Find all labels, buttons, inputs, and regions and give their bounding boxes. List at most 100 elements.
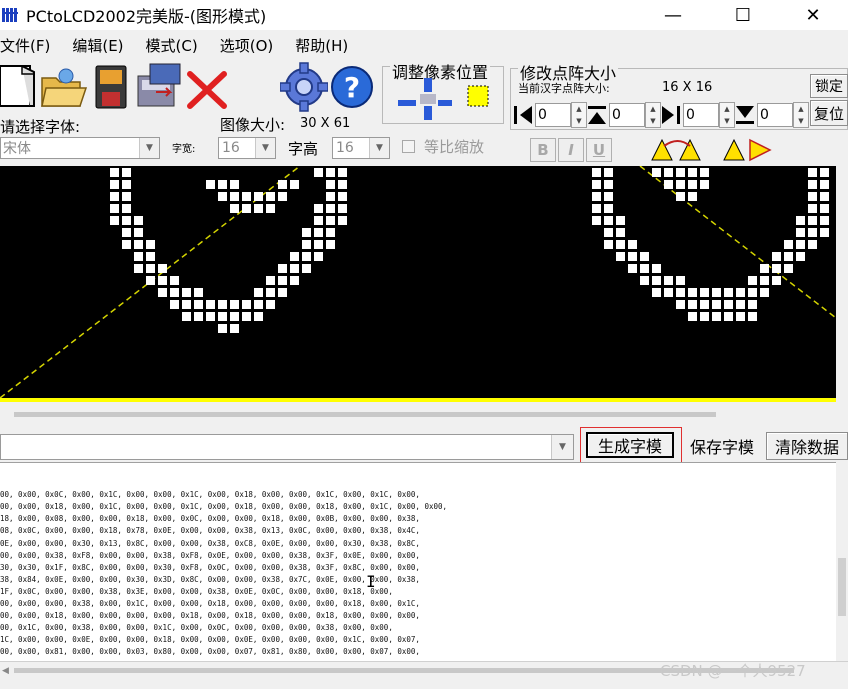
save-font-button[interactable]: 保存字模 <box>682 432 762 460</box>
spin-up-icon[interactable]: ▲ <box>720 103 734 115</box>
pixel <box>314 240 323 249</box>
maximize-button[interactable]: ☐ <box>708 0 778 30</box>
pixel <box>736 312 745 321</box>
pixel <box>604 180 613 189</box>
italic-button[interactable]: I <box>558 138 584 162</box>
output-line: 08, 0x0C, 0x00, 0x00, 0x18, 0x78, 0x0E, … <box>0 526 420 536</box>
new-file-icon[interactable] <box>0 62 38 110</box>
pixel <box>676 192 685 201</box>
menu-edit[interactable]: 编辑(E) <box>72 35 123 56</box>
pixel <box>604 240 613 249</box>
spinner-right[interactable]: 0 ▲ ▼ <box>660 102 735 128</box>
spin-up-icon[interactable]: ▲ <box>572 103 586 115</box>
pixel <box>278 264 287 273</box>
pixel <box>808 216 817 225</box>
output-line: 38, 0x84, 0x0E, 0x00, 0x00, 0x30, 0x3D, … <box>0 574 420 584</box>
pixel-canvas[interactable] <box>0 166 836 402</box>
spin-down-icon[interactable]: ▼ <box>572 115 586 127</box>
canvas-horizontal-scrollbar[interactable] <box>0 404 848 426</box>
pixel <box>784 240 793 249</box>
output-text-area[interactable]: 00, 0x00, 0x0C, 0x00, 0x1C, 0x00, 0x00, … <box>0 462 836 661</box>
pixel <box>664 288 673 297</box>
underline-button[interactable]: U <box>586 138 612 162</box>
scroll-thumb[interactable] <box>838 558 846 616</box>
chevron-down-icon[interactable]: ▼ <box>139 138 159 158</box>
delete-icon[interactable] <box>186 70 228 110</box>
spin-up-icon[interactable]: ▲ <box>646 103 660 115</box>
spinner-down[interactable]: 0 ▲ ▼ <box>734 102 809 128</box>
text-cursor-icon: I <box>366 572 376 591</box>
pixel <box>290 252 299 261</box>
output-line: 00, 0x00, 0x81, 0x00, 0x00, 0x03, 0x80, … <box>0 647 420 657</box>
help-icon[interactable]: ? <box>330 64 374 110</box>
char-width-select[interactable]: 16 ▼ <box>218 137 276 159</box>
pixel <box>302 252 311 261</box>
gear-icon[interactable] <box>279 62 329 112</box>
spinner-right-input[interactable]: 0 <box>683 103 719 127</box>
font-select[interactable]: 宋体 ▼ <box>0 137 160 159</box>
pixel <box>724 300 733 309</box>
scroll-thumb[interactable] <box>14 412 716 417</box>
spinner-down-input[interactable]: 0 <box>757 103 793 127</box>
spinner-left-input[interactable]: 0 <box>535 103 571 127</box>
spinner-up[interactable]: 0 ▲ ▼ <box>586 102 661 128</box>
pixel <box>700 288 709 297</box>
spin-up-icon[interactable]: ▲ <box>794 103 808 115</box>
pixel <box>314 204 323 213</box>
menu-file[interactable]: 文件(F) <box>0 35 50 56</box>
spin-down-icon[interactable]: ▼ <box>794 115 808 127</box>
pixel <box>724 312 733 321</box>
pixel <box>820 228 829 237</box>
pixel <box>122 240 131 249</box>
canvas-scrollbar[interactable] <box>836 166 848 402</box>
text-input-combo[interactable]: ▼ <box>0 434 574 460</box>
char-height-select[interactable]: 16 ▼ <box>332 137 390 159</box>
save-disk-icon[interactable] <box>94 64 128 110</box>
chevron-down-icon[interactable]: ▼ <box>551 435 573 459</box>
pixel <box>278 276 287 285</box>
pixel <box>218 180 227 189</box>
menu-bar: 文件(F) 编辑(E) 模式(C) 选项(O) 帮助(H) <box>0 33 370 57</box>
spin-down-icon[interactable]: ▼ <box>646 115 660 127</box>
pixel <box>808 204 817 213</box>
pixel <box>230 192 239 201</box>
spin-down-icon[interactable]: ▼ <box>720 115 734 127</box>
pixel <box>122 180 131 189</box>
chevron-down-icon[interactable]: ▼ <box>255 138 275 158</box>
pixel <box>230 300 239 309</box>
pixel <box>254 312 263 321</box>
spinner-left[interactable]: 0 ▲ ▼ <box>512 102 587 128</box>
clear-data-button[interactable]: 清除数据 <box>766 432 848 460</box>
pixel <box>182 300 191 309</box>
bold-button[interactable]: B <box>530 138 556 162</box>
menu-options[interactable]: 选项(O) <box>220 35 274 56</box>
pixel <box>664 276 673 285</box>
mirror-icon[interactable] <box>722 136 776 164</box>
spinner-up-input[interactable]: 0 <box>609 103 645 127</box>
pixel <box>688 192 697 201</box>
rotate-icon[interactable] <box>650 136 706 164</box>
pixel <box>242 300 251 309</box>
move-arrows-icon[interactable] <box>396 78 492 122</box>
pixel <box>784 264 793 273</box>
scroll-left-icon[interactable]: ◀ <box>2 666 9 676</box>
close-window-button[interactable]: ✕ <box>778 0 848 30</box>
open-folder-icon[interactable] <box>40 64 88 110</box>
menu-help[interactable]: 帮助(H) <box>295 35 348 56</box>
pixel-canvas-svg[interactable] <box>0 166 836 402</box>
window-title: PCtoLCD2002完美版-(图形模式) <box>26 7 267 26</box>
output-vertical-scrollbar[interactable] <box>836 462 848 661</box>
reset-button[interactable]: 复位 <box>810 100 848 126</box>
output-line: 00, 0x00, 0x38, 0xF8, 0x00, 0x00, 0x38, … <box>0 550 420 560</box>
chevron-down-icon[interactable]: ▼ <box>369 138 389 158</box>
pixel <box>688 312 697 321</box>
pixel <box>134 216 143 225</box>
proportional-checkbox[interactable] <box>402 140 415 153</box>
pixel <box>604 228 613 237</box>
export-icon[interactable] <box>136 62 182 110</box>
pixel <box>266 288 275 297</box>
lock-button[interactable]: 锁定 <box>810 74 848 98</box>
menu-mode[interactable]: 模式(C) <box>146 35 198 56</box>
minimize-button[interactable]: — <box>638 0 708 30</box>
canvas-border <box>0 398 836 402</box>
